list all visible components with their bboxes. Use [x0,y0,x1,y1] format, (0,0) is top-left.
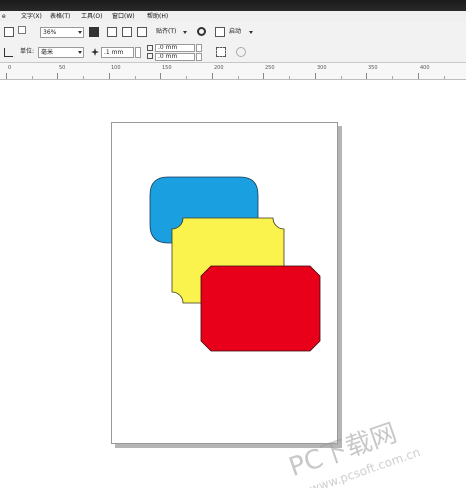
shapes-layer [149,176,321,352]
red-chamfered-rect[interactable] [200,265,321,352]
